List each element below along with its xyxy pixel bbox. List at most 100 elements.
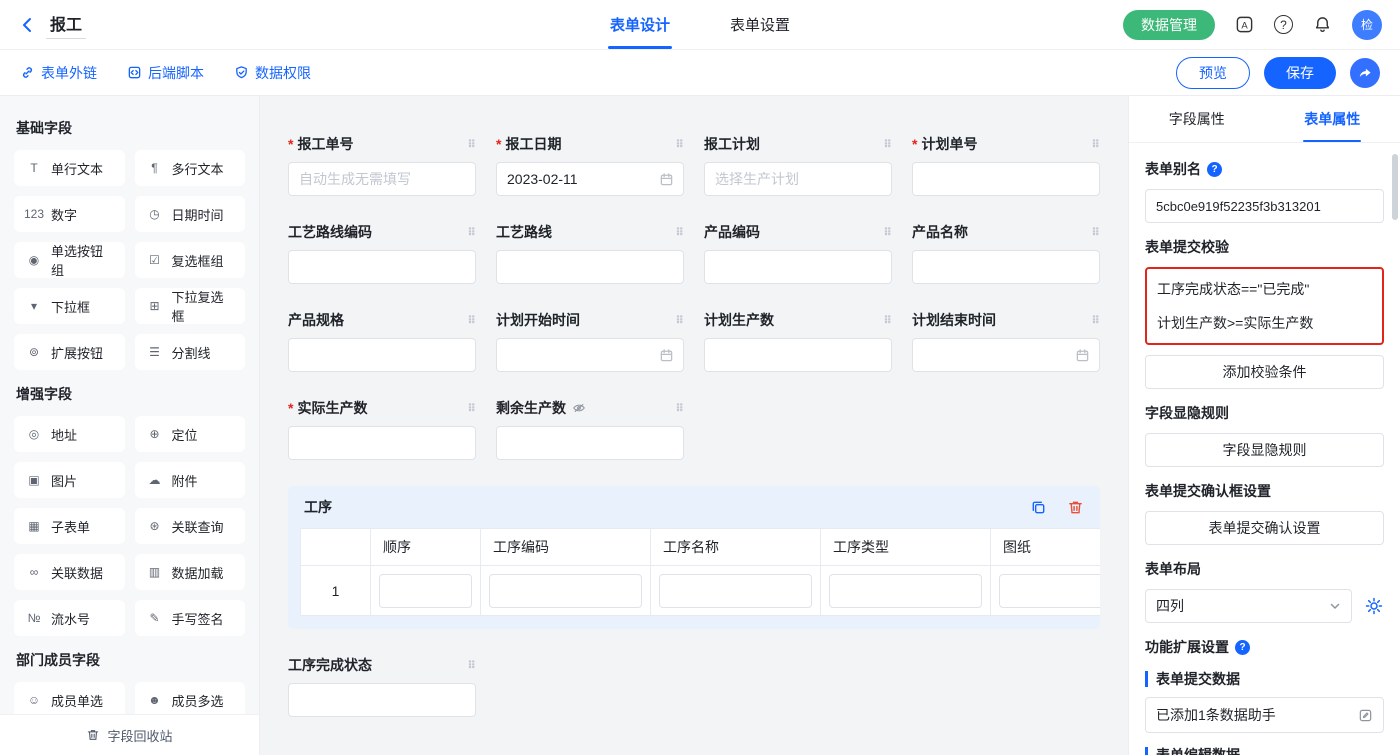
field-type-item[interactable]: ◷日期时间 [135,196,246,232]
form-field[interactable]: 产品名称⠿ [912,222,1100,284]
form-external-link[interactable]: 表单外链 [20,63,97,83]
drag-handle-icon[interactable]: ⠿ [1091,226,1100,239]
drag-handle-icon[interactable]: ⠿ [467,659,476,672]
data-manage-button[interactable]: 数据管理 [1123,10,1215,40]
validation-rule[interactable]: 计划生产数>=实际生产数 [1147,306,1382,340]
scrollbar-thumb[interactable] [1392,154,1398,220]
add-validation-button[interactable]: 添加校验条件 [1145,355,1384,389]
form-field[interactable]: *计划单号⠿ [912,134,1100,196]
form-field[interactable]: 计划生产数⠿ [704,310,892,372]
calendar-icon[interactable] [1075,348,1090,363]
submit-data-box[interactable]: 已添加1条数据助手 [1145,697,1384,733]
help-icon[interactable]: ? [1235,640,1250,655]
form-field[interactable]: 报工计划⠿选择生产计划 [704,134,892,196]
drag-handle-icon[interactable]: ⠿ [467,314,476,327]
field-input[interactable] [704,338,892,372]
field-type-item[interactable]: ⊕定位 [135,416,246,452]
panel-scrollbar[interactable] [1392,154,1398,714]
form-field[interactable]: *报工单号⠿自动生成无需填写 [288,134,476,196]
field-type-item[interactable]: ☺成员单选 [14,682,125,718]
field-type-item[interactable]: ☁附件 [135,462,246,498]
validation-rule[interactable]: 工序完成状态=="已完成" [1147,272,1382,306]
drag-handle-icon[interactable]: ⠿ [1091,138,1100,151]
form-field[interactable]: *实际生产数⠿ [288,398,476,460]
field-recycle-bin[interactable]: 字段回收站 [0,714,259,755]
calendar-icon[interactable] [659,172,674,187]
field-type-item[interactable]: ☰分割线 [135,334,246,370]
data-permission-link[interactable]: 数据权限 [234,63,311,83]
field-type-item[interactable]: №流水号 [14,600,125,636]
back-button[interactable] [18,13,36,37]
cell-input[interactable] [829,574,982,608]
field-input[interactable] [704,250,892,284]
field-input[interactable] [288,338,476,372]
form-field[interactable]: *报工日期⠿2023-02-11 [496,134,684,196]
visibility-rules-button[interactable]: 字段显隐规则 [1145,433,1384,467]
tab-field-properties[interactable]: 字段属性 [1129,96,1265,142]
cell-input[interactable] [489,574,642,608]
field-type-item[interactable]: T单行文本 [14,150,125,186]
field-input[interactable] [496,250,684,284]
field-type-item[interactable]: ☑复选框组 [135,242,246,278]
form-field[interactable]: 计划开始时间⠿ [496,310,684,372]
field-type-item[interactable]: ◉单选按钮组 [14,242,125,278]
help-icon[interactable]: ? [1207,162,1222,177]
drag-handle-icon[interactable]: ⠿ [1091,314,1100,327]
field-input[interactable] [912,338,1100,372]
field-input[interactable] [288,683,476,717]
avatar[interactable]: 检 [1352,10,1382,40]
bell-icon[interactable] [1313,15,1332,34]
field-type-item[interactable]: ▾下拉框 [14,288,125,324]
form-field[interactable]: 工艺路线⠿ [496,222,684,284]
field-type-item[interactable]: ∞关联数据 [14,554,125,590]
field-type-item[interactable]: ✎手写签名 [135,600,246,636]
save-button[interactable]: 保存 [1264,57,1336,89]
copy-icon[interactable] [1030,499,1047,516]
translate-icon[interactable]: A [1235,15,1254,34]
form-field[interactable]: 计划结束时间⠿ [912,310,1100,372]
form-field[interactable]: 产品编码⠿ [704,222,892,284]
drag-handle-icon[interactable]: ⠿ [675,138,684,151]
field-input[interactable] [496,426,684,460]
delete-icon[interactable] [1067,499,1084,516]
field-type-item[interactable]: ☻成员多选 [135,682,246,718]
drag-handle-icon[interactable]: ⠿ [883,226,892,239]
cell-input[interactable] [659,574,812,608]
layout-select[interactable]: 四列 [1145,589,1352,623]
form-field[interactable]: 剩余生产数⠿ [496,398,684,460]
drag-handle-icon[interactable]: ⠿ [883,314,892,327]
field-type-item[interactable]: ¶多行文本 [135,150,246,186]
drag-handle-icon[interactable]: ⠿ [675,402,684,415]
tab-form-properties[interactable]: 表单属性 [1265,96,1400,142]
preview-button[interactable]: 预览 [1176,57,1250,89]
field-type-item[interactable]: ▦子表单 [14,508,125,544]
drag-handle-icon[interactable]: ⠿ [467,138,476,151]
drag-handle-icon[interactable]: ⠿ [467,226,476,239]
field-input[interactable] [288,426,476,460]
field-type-item[interactable]: ⊛关联查询 [135,508,246,544]
field-input[interactable]: 选择生产计划 [704,162,892,196]
field-type-item[interactable]: ▣图片 [14,462,125,498]
tab-form-settings[interactable]: 表单设置 [728,0,792,49]
gear-icon[interactable] [1364,596,1384,616]
form-field[interactable]: 产品规格⠿ [288,310,476,372]
field-input[interactable] [912,250,1100,284]
form-field[interactable]: 工序完成状态⠿ [288,655,476,717]
edit-icon[interactable] [1358,708,1373,723]
cell-input[interactable] [999,574,1100,608]
field-input[interactable] [912,162,1100,196]
form-field[interactable]: 工艺路线编码⠿ [288,222,476,284]
drag-handle-icon[interactable]: ⠿ [675,314,684,327]
tab-form-design[interactable]: 表单设计 [608,0,672,49]
field-type-item[interactable]: ⊚扩展按钮 [14,334,125,370]
field-input[interactable] [288,250,476,284]
drag-handle-icon[interactable]: ⠿ [675,226,684,239]
form-alias-input[interactable]: 5cbc0e919f52235f3b313201 [1145,189,1384,223]
field-input[interactable] [496,338,684,372]
calendar-icon[interactable] [659,348,674,363]
cell-input[interactable] [379,574,472,608]
field-type-item[interactable]: ⊞下拉复选框 [135,288,246,324]
field-input[interactable]: 2023-02-11 [496,162,684,196]
confirm-settings-button[interactable]: 表单提交确认设置 [1145,511,1384,545]
backend-script-link[interactable]: 后端脚本 [127,63,204,83]
